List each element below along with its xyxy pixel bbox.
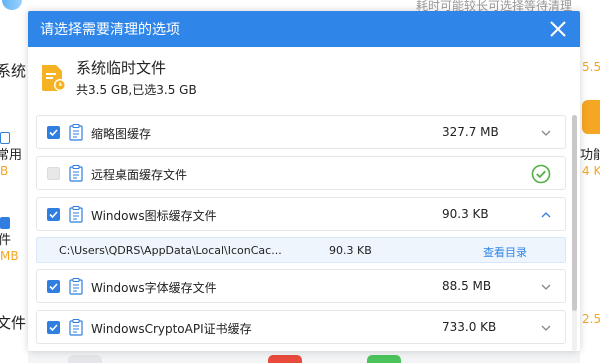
- background-right-number: 2.5: [582, 312, 600, 326]
- list-item[interactable]: WindowsCryptoAPI证书缓存 733.0 KB: [36, 310, 566, 344]
- item-checkbox[interactable]: [47, 280, 60, 293]
- document-icon: [69, 278, 83, 295]
- background-checkbox[interactable]: [0, 132, 10, 144]
- check-circle-icon: [531, 164, 551, 184]
- sub-item-size: 90.3 KB: [329, 244, 372, 257]
- list-item[interactable]: Windows字体缓存文件 88.5 MB: [36, 269, 566, 303]
- category-size-summary: 共3.5 GB,已选3.5 GB: [76, 83, 197, 97]
- sub-item-row: C:\Users\QDRS\AppData\Local\IconCac... 9…: [36, 237, 566, 263]
- background-button[interactable]: [268, 355, 302, 363]
- chevron-down-icon[interactable]: [539, 321, 553, 335]
- category-title: 系统临时文件: [76, 59, 167, 77]
- item-name: 远程桌面缓存文件: [91, 168, 188, 182]
- item-checkbox[interactable]: [47, 167, 60, 180]
- view-directory-link[interactable]: 查看目录: [483, 244, 527, 260]
- clean-options-dialog: 请选择需要清理的选项 系统临时文件 共3.5 GB,已选3.5 GB 缩略图缓存…: [28, 11, 580, 351]
- background-right-text: 功能: [580, 148, 600, 163]
- item-size: 327.7 MB: [442, 125, 499, 139]
- item-checkbox[interactable]: [47, 208, 60, 221]
- item-name: 缩略图缓存: [91, 127, 152, 141]
- check-icon: [49, 211, 58, 219]
- dialog-header: 请选择需要清理的选项: [28, 11, 580, 47]
- background-right-number: 5.5: [582, 60, 600, 74]
- list-item[interactable]: 缩略图缓存 327.7 MB: [36, 115, 566, 149]
- background-right-number: 4 K: [582, 164, 600, 178]
- item-checkbox[interactable]: [47, 321, 60, 334]
- scrollbar-thumb[interactable]: [572, 115, 577, 311]
- document-icon: [69, 319, 83, 336]
- background-button[interactable]: [68, 355, 102, 363]
- background-left-number: MB: [0, 249, 19, 263]
- background-left-text: 常用: [0, 148, 23, 163]
- list-scrollbar[interactable]: [572, 115, 577, 351]
- item-name: Windows图标缓存文件: [91, 209, 217, 223]
- background-left-number: B: [0, 164, 9, 178]
- sub-item-path: C:\Users\QDRS\AppData\Local\IconCac...: [59, 244, 282, 257]
- chevron-up-icon[interactable]: [539, 208, 553, 222]
- check-icon: [49, 283, 58, 291]
- list-item[interactable]: 远程桌面缓存文件: [36, 156, 566, 190]
- background-button[interactable]: [367, 355, 401, 363]
- background-checkbox[interactable]: [0, 217, 10, 229]
- dialog-title: 请选择需要清理的选项: [40, 22, 180, 38]
- item-size: 88.5 MB: [442, 279, 492, 293]
- item-name: WindowsCryptoAPI证书缓存: [91, 322, 252, 336]
- item-size: 90.3 KB: [442, 207, 489, 221]
- temp-file-icon: [42, 65, 66, 91]
- category-summary: 系统临时文件 共3.5 GB,已选3.5 GB: [28, 47, 580, 109]
- background-left-text: 文件: [0, 314, 27, 332]
- close-icon: [550, 21, 566, 37]
- item-checkbox[interactable]: [47, 126, 60, 139]
- item-name: Windows字体缓存文件: [91, 281, 217, 295]
- background-feature-icon: [582, 100, 600, 134]
- chevron-down-icon[interactable]: [539, 280, 553, 294]
- document-icon: [69, 124, 83, 141]
- item-size: 733.0 KB: [442, 320, 497, 334]
- background-left-text: 件: [0, 233, 12, 248]
- list-item[interactable]: Windows图标缓存文件 90.3 KB: [36, 197, 566, 231]
- check-icon: [49, 129, 58, 137]
- close-button[interactable]: [546, 17, 570, 41]
- background-left-text: 系统: [0, 62, 27, 80]
- check-icon: [49, 324, 58, 332]
- background-right-panel: 5.5 功能 4 K 2.5: [580, 12, 600, 363]
- chevron-down-icon[interactable]: [539, 126, 553, 140]
- document-icon: [69, 165, 83, 182]
- background-left-panel: 系统 常用 B 件 MB 文件: [0, 12, 28, 363]
- document-icon: [69, 206, 83, 223]
